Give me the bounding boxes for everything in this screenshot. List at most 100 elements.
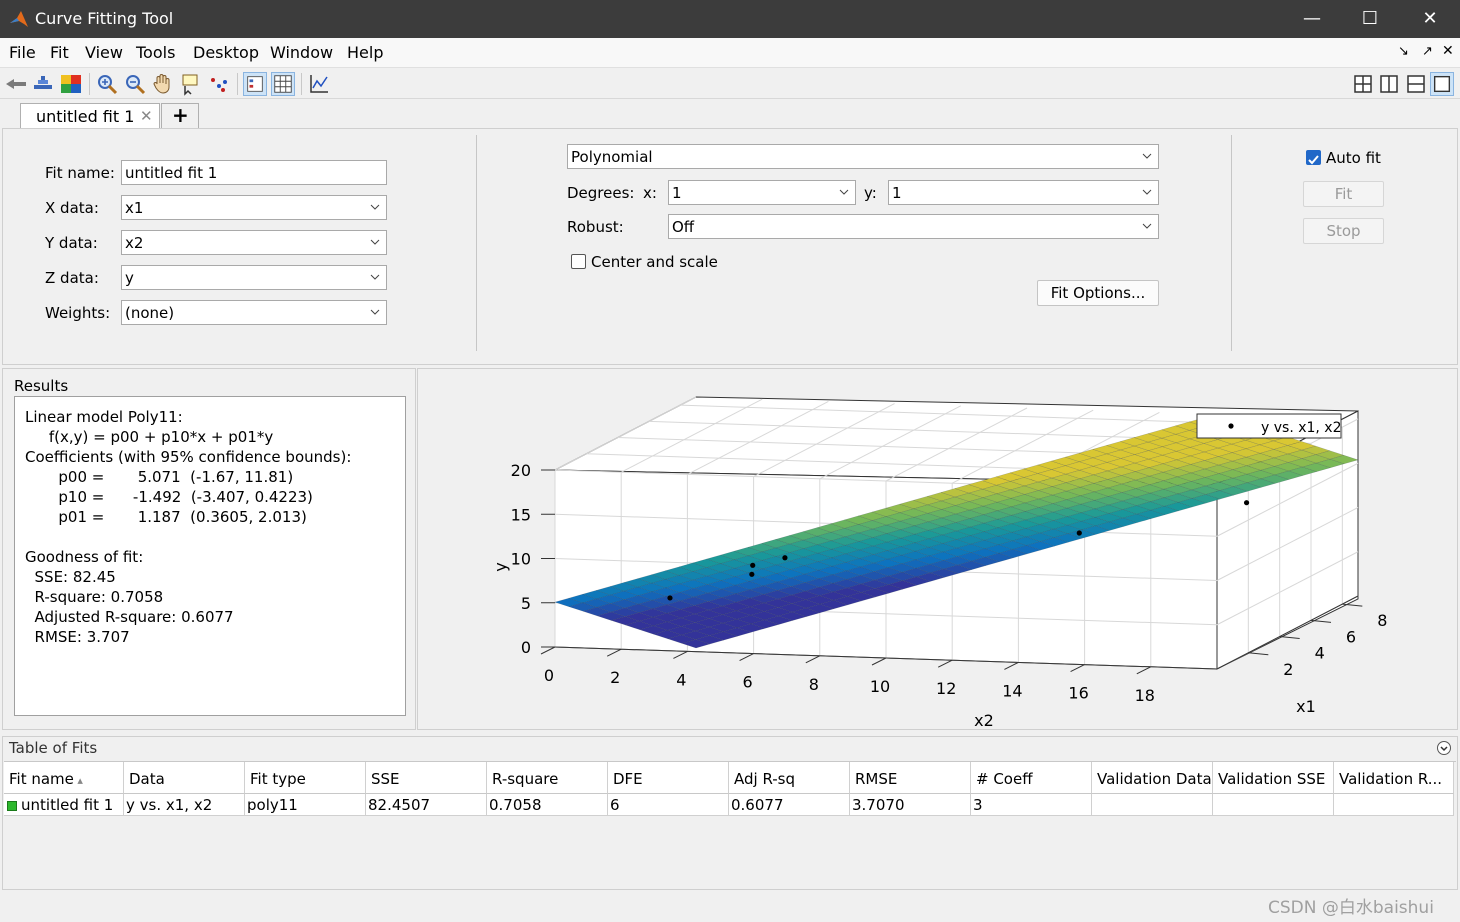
column-header[interactable]: Validation SSE: [1213, 762, 1334, 794]
fit-name-input[interactable]: untitled fit 1: [121, 160, 387, 185]
results-title: Results: [14, 377, 69, 395]
table-cell[interactable]: 6: [608, 794, 729, 816]
table-cell[interactable]: 82.4507: [366, 794, 487, 816]
degree-y-select[interactable]: 1: [888, 180, 1159, 205]
column-header[interactable]: R-square: [487, 762, 608, 794]
menu-tools[interactable]: Tools: [136, 43, 175, 62]
data-icon[interactable]: [31, 72, 55, 96]
result-line: Goodness of fit:: [25, 548, 144, 566]
x2-tick-label: 12: [936, 679, 956, 698]
x2-tick-label: 4: [676, 670, 686, 689]
y-tick-label: 10: [511, 550, 531, 569]
x2-tick: [805, 655, 821, 664]
exclude-outliers-icon[interactable]: [207, 72, 231, 96]
data-cursor-icon[interactable]: [179, 72, 203, 96]
column-header[interactable]: Data: [124, 762, 245, 794]
menu-file[interactable]: File: [9, 43, 36, 62]
z-data-select[interactable]: y: [121, 265, 387, 290]
table-cell[interactable]: [1213, 794, 1334, 816]
layout-rows-icon[interactable]: [1404, 72, 1428, 96]
table-cell[interactable]: [1092, 794, 1213, 816]
fit-button[interactable]: Fit: [1303, 181, 1384, 207]
degree-x-label: x:: [643, 184, 657, 202]
table-cell[interactable]: untitled fit 1: [4, 794, 124, 816]
column-header[interactable]: DFE: [608, 762, 729, 794]
degrees-label: Degrees:: [567, 184, 635, 202]
z-data-label: Z data:: [45, 269, 99, 287]
fit-color-swatch-icon: [7, 801, 17, 811]
back-arrow-icon[interactable]: [4, 72, 28, 96]
model-type-select[interactable]: Polynomial: [567, 144, 1159, 169]
column-header[interactable]: Validation Data: [1092, 762, 1213, 794]
maximize-button[interactable]: ☐: [1340, 0, 1400, 38]
menu-window[interactable]: Window: [270, 43, 333, 62]
table-cell[interactable]: 0.7058: [487, 794, 608, 816]
zoom-out-icon[interactable]: [123, 72, 147, 96]
x1-tick: [1279, 636, 1300, 640]
minimize-button[interactable]: —: [1282, 0, 1342, 38]
tab-close-icon[interactable]: ✕: [140, 107, 153, 125]
x-data-select[interactable]: x1: [121, 195, 387, 220]
undock-icon[interactable]: ↘: [1398, 44, 1409, 59]
legend-toggle-icon[interactable]: [243, 72, 267, 96]
column-header[interactable]: Validation R...: [1334, 762, 1454, 794]
column-header[interactable]: Fit name ▴: [4, 762, 124, 794]
degree-x-select[interactable]: 1: [668, 180, 856, 205]
table-cell[interactable]: 3.7070: [850, 794, 971, 816]
fit-options-button[interactable]: Fit Options...: [1037, 280, 1159, 306]
layout-columns-icon[interactable]: [1377, 72, 1401, 96]
menu-help[interactable]: Help: [347, 43, 383, 62]
results-text-area[interactable]: Linear model Poly11: f(x,y) = p00 + p10*…: [14, 396, 406, 716]
stop-button[interactable]: Stop: [1303, 218, 1384, 244]
dock-icon[interactable]: ↗: [1422, 44, 1433, 59]
y-data-select[interactable]: x2: [121, 230, 387, 255]
layout-single-icon[interactable]: [1430, 72, 1454, 96]
result-line: p00 = 5.071 (-1.67, 11.81): [25, 468, 294, 486]
colormap-icon[interactable]: [59, 72, 83, 96]
cell-text: 3.7070: [852, 796, 905, 814]
x2-axis-label: x2: [974, 711, 994, 730]
collapse-icon[interactable]: [1436, 740, 1452, 756]
cell-text: 3: [973, 796, 983, 814]
degree-y-label: y:: [864, 184, 877, 202]
column-header[interactable]: SSE: [366, 762, 487, 794]
close-figure-icon[interactable]: ✕: [1442, 43, 1454, 59]
axes-limits-icon[interactable]: [307, 72, 331, 96]
table-cell[interactable]: y vs. x1, x2: [124, 794, 245, 816]
grid-toggle-icon[interactable]: [271, 72, 295, 96]
divider: [1231, 135, 1232, 351]
center-scale-checkbox[interactable]: [571, 254, 586, 269]
add-tab-button[interactable]: +: [161, 103, 199, 129]
table-cell[interactable]: [1334, 794, 1454, 816]
cell-text: 82.4507: [368, 796, 431, 814]
x2-tick: [540, 646, 556, 655]
pan-hand-icon[interactable]: [151, 72, 175, 96]
zoom-in-icon[interactable]: [95, 72, 119, 96]
column-header[interactable]: # Coeff: [971, 762, 1092, 794]
y-tick-label: 5: [521, 594, 531, 613]
menu-desktop[interactable]: Desktop: [193, 43, 259, 62]
y-data-label: Y data:: [45, 234, 98, 252]
y-tick-label: 15: [511, 505, 531, 524]
x2-tick: [1070, 664, 1085, 673]
table-cell[interactable]: poly11: [245, 794, 366, 816]
robust-label: Robust:: [567, 218, 624, 236]
result-line: p10 = -1.492 (-3.407, 0.4223): [25, 488, 313, 506]
result-line: RMSE: 3.707: [25, 628, 130, 646]
table-cell[interactable]: 0.6077: [729, 794, 850, 816]
table-cell[interactable]: 3: [971, 794, 1092, 816]
watermark: CSDN @白水baishui: [1268, 898, 1434, 918]
close-button[interactable]: ✕: [1400, 0, 1460, 38]
menu-view[interactable]: View: [85, 43, 123, 62]
layout-2x2-icon[interactable]: [1351, 72, 1375, 96]
robust-select[interactable]: Off: [668, 214, 1159, 239]
column-header[interactable]: RMSE: [850, 762, 971, 794]
menu-fit[interactable]: Fit: [50, 43, 69, 62]
weights-select[interactable]: (none): [121, 300, 387, 325]
surface-plot[interactable]: 0 5 10 15 20 0 2 4 6 8 10 12 14 16 18 2 4 6 8 y x2 x1 y vs…: [418, 369, 1459, 731]
tab-untitled-fit-1[interactable]: untitled fit 1 ✕: [20, 103, 160, 129]
auto-fit-checkbox[interactable]: [1306, 150, 1321, 165]
column-header[interactable]: Adj R-sq: [729, 762, 850, 794]
column-header[interactable]: Fit type: [245, 762, 366, 794]
result-line: Adjusted R-square: 0.6077: [25, 608, 234, 626]
